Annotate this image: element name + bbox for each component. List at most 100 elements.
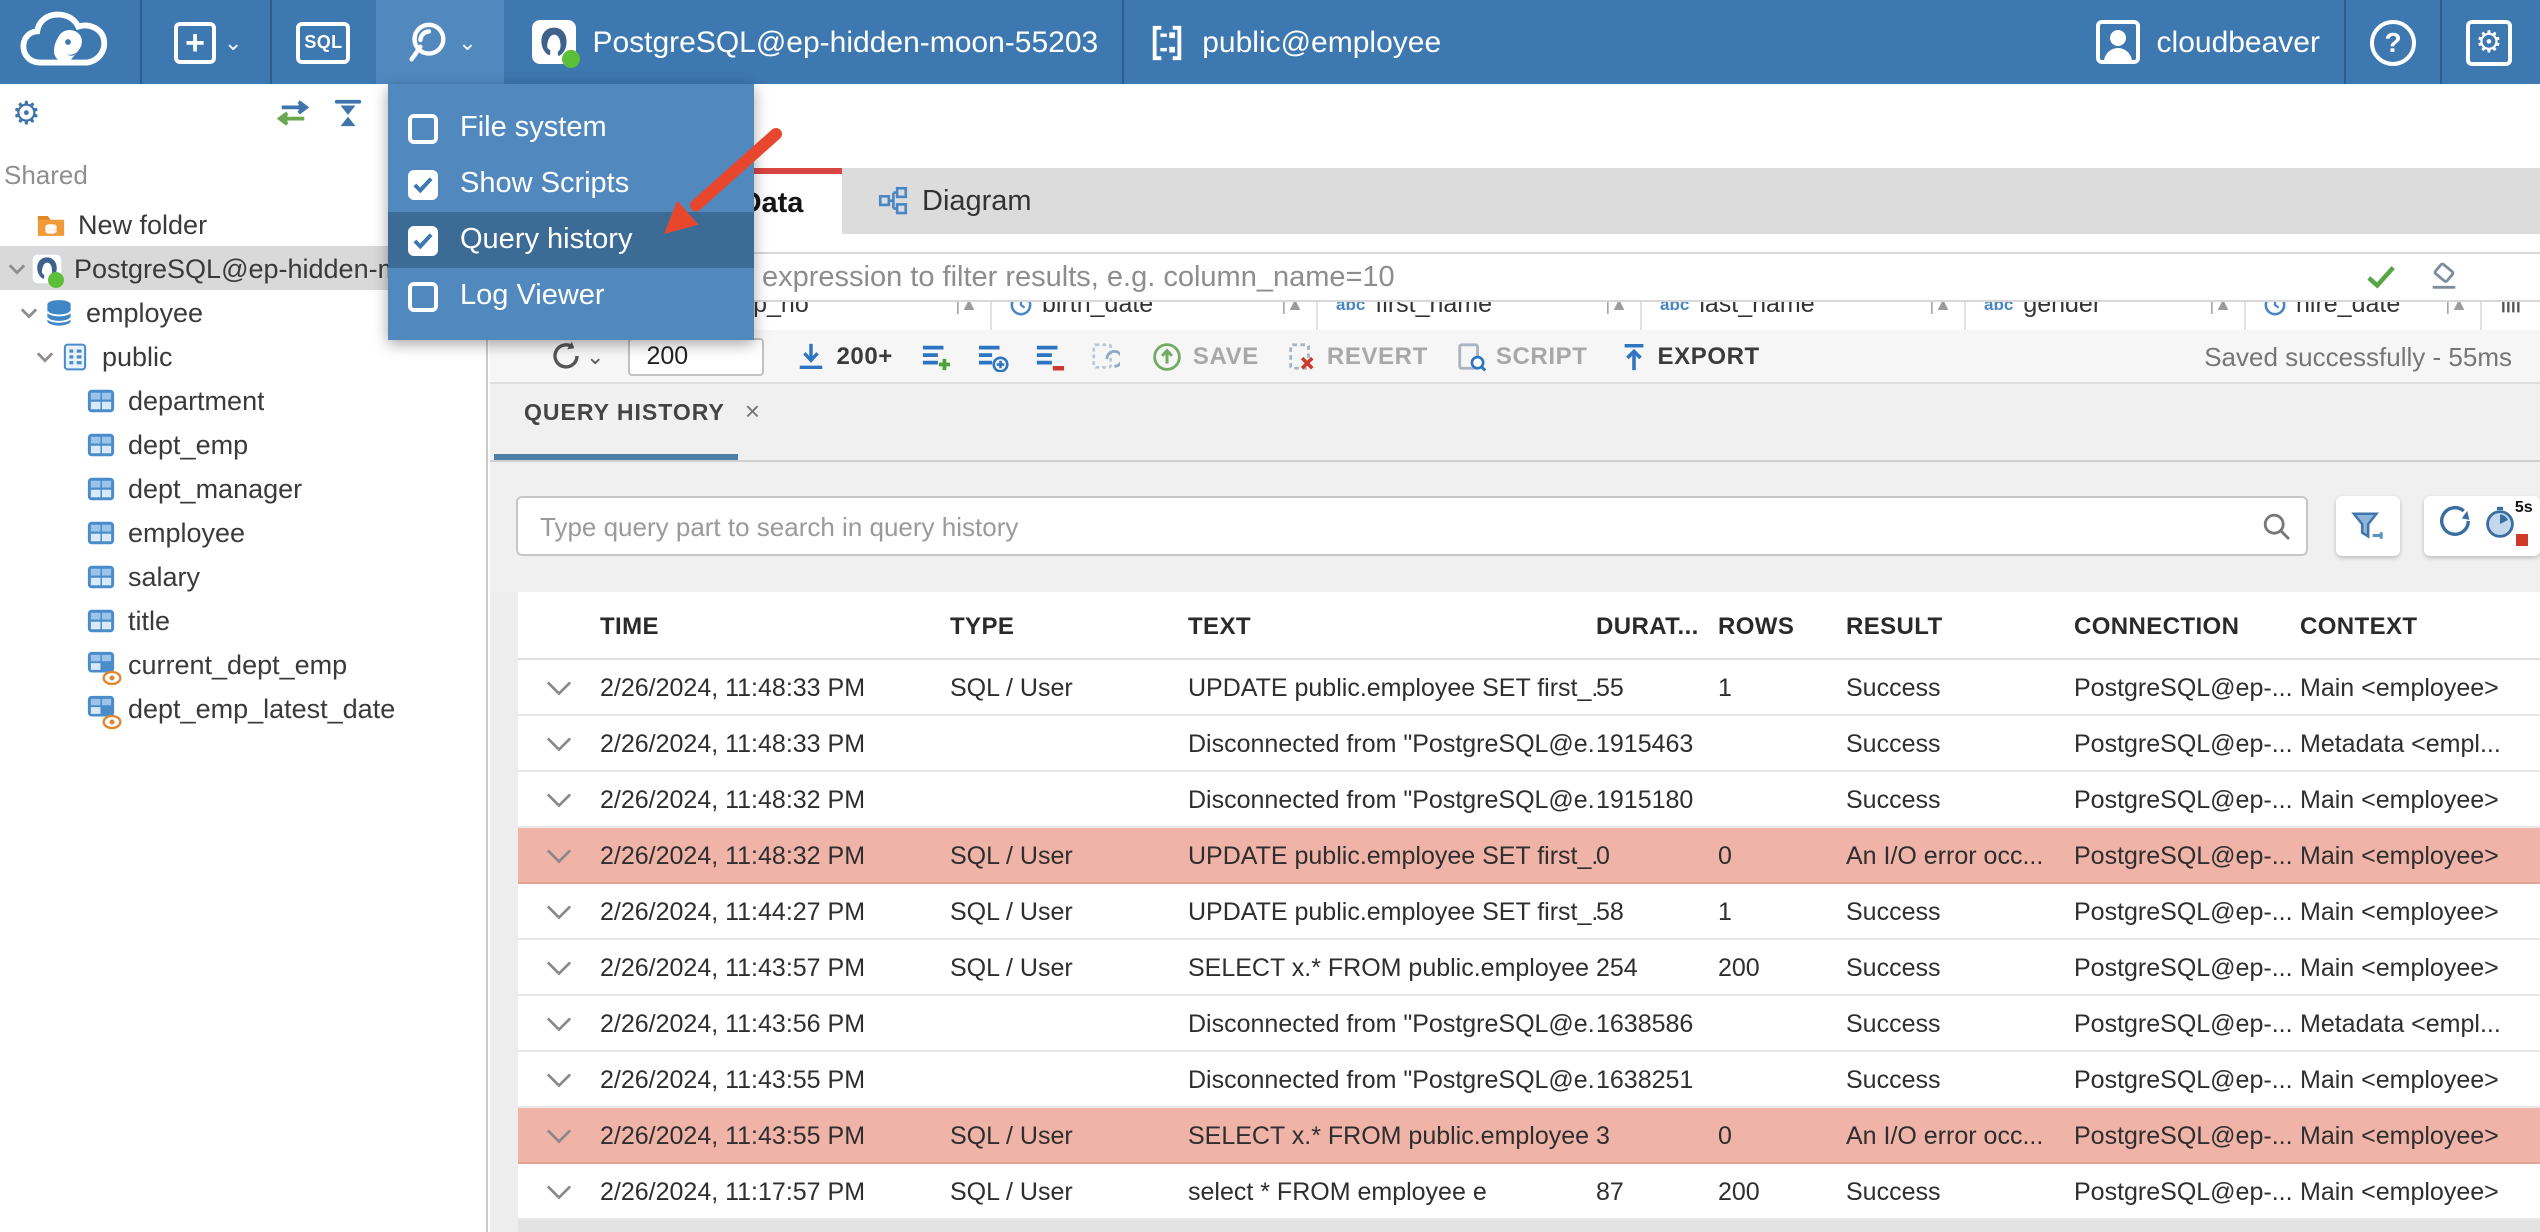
tree-item-view-dept-emp-latest-date[interactable]: dept_emp_latest_date <box>0 686 486 730</box>
close-icon[interactable]: × <box>745 398 760 424</box>
filter-button[interactable] <box>2336 496 2400 556</box>
navigator-settings-icon[interactable]: ⚙ <box>12 94 41 134</box>
history-row[interactable]: 2/26/2024, 11:43:57 PM SQL / User SELECT… <box>490 940 2540 996</box>
generate-script-button[interactable] <box>1091 341 1121 371</box>
cloudbeaver-logo-icon[interactable] <box>16 6 120 78</box>
col-connection[interactable]: CONNECTION <box>2074 611 2300 639</box>
menu-item-query-history[interactable]: Query history <box>388 212 754 268</box>
tree-item-table-department[interactable]: department <box>0 378 486 422</box>
sort-icon[interactable]: |▲ <box>956 302 979 314</box>
tools-menu-button[interactable]: ⌄ <box>376 0 505 84</box>
column-header-last-name[interactable]: abc last_name |▲ <box>1642 302 1966 330</box>
eye-icon <box>102 713 122 729</box>
col-type[interactable]: TYPE <box>950 611 1188 639</box>
filter-bar <box>490 252 2540 302</box>
sort-icon[interactable]: |▲ <box>1930 302 1953 314</box>
tab-diagram[interactable]: Diagram <box>842 168 1068 234</box>
history-row[interactable]: 2/26/2024, 11:17:57 PM SQL / User select… <box>490 1164 2540 1220</box>
expand-chevron-icon[interactable] <box>518 735 600 751</box>
column-config-icon[interactable] <box>2500 302 2520 316</box>
tree-item-table-dept-emp[interactable]: dept_emp <box>0 422 486 466</box>
column-header-gender[interactable]: abc gender |▲ <box>1966 302 2246 330</box>
auto-refresh-timer-button[interactable]: 5s <box>2485 498 2533 548</box>
delete-row-button[interactable] <box>1035 341 1067 371</box>
fetch-more-icon <box>800 342 823 368</box>
user-menu-button[interactable]: cloudbeaver <box>2096 20 2320 64</box>
chevron-down-icon[interactable] <box>20 305 44 319</box>
chevron-down-icon[interactable] <box>36 349 60 363</box>
expand-chevron-icon[interactable] <box>518 847 600 863</box>
expand-chevron-icon[interactable] <box>518 1071 600 1087</box>
expand-chevron-icon[interactable] <box>518 1183 600 1199</box>
active-connection-button[interactable]: PostgreSQL@ep-hidden-moon-55203 <box>532 20 1098 68</box>
query-history-search-input[interactable] <box>516 496 2308 556</box>
cell-time: 2/26/2024, 11:17:57 PM <box>600 1177 866 1205</box>
history-row[interactable]: 2/26/2024, 11:48:32 PM Disconnected from… <box>490 772 2540 828</box>
fetch-size-input[interactable] <box>628 337 765 375</box>
string-type-icon: abc <box>1984 302 2014 314</box>
sort-icon[interactable]: |▲ <box>1606 302 1629 314</box>
tree-item-table-salary[interactable]: salary <box>0 554 486 598</box>
col-time[interactable]: TIME <box>600 611 950 639</box>
history-row[interactable]: 2/26/2024, 11:44:27 PM SQL / User UPDATE… <box>490 884 2540 940</box>
scroll-track[interactable] <box>490 1220 2540 1232</box>
help-button[interactable]: ? <box>2370 19 2416 65</box>
menu-item-file-system[interactable]: File system <box>388 100 754 156</box>
fetch-more-button[interactable]: 200+ <box>796 341 892 371</box>
history-row-error[interactable]: 2/26/2024, 11:43:55 PM SQL / User SELECT… <box>490 1108 2540 1164</box>
expand-chevron-icon[interactable] <box>518 903 600 919</box>
script-icon <box>1458 342 1486 371</box>
wrench-icon <box>409 21 446 61</box>
duplicate-row-button[interactable] <box>977 341 1011 371</box>
col-rows[interactable]: ROWS <box>1718 611 1846 639</box>
col-result[interactable]: RESULT <box>1846 611 2074 639</box>
sort-icon[interactable]: |▲ <box>2446 302 2469 314</box>
sync-connection-icon[interactable] <box>276 98 310 138</box>
refresh-button[interactable]: ⌄ <box>550 340 604 372</box>
schema-selector-button[interactable]: public@employee <box>1148 23 1441 61</box>
refresh-history-button[interactable] <box>2435 502 2473 550</box>
sort-icon[interactable]: |▲ <box>2210 302 2233 314</box>
column-header-hire-date[interactable]: hire_date |▲ <box>2246 302 2482 330</box>
tab-query-history[interactable]: QUERY HISTORY × <box>524 398 760 426</box>
menu-item-show-scripts[interactable]: Show Scripts <box>388 156 754 212</box>
col-context[interactable]: CONTEXT <box>2300 611 2540 639</box>
collapse-all-icon[interactable] <box>332 98 364 138</box>
tree-item-table-employee[interactable]: employee <box>0 510 486 554</box>
eraser-icon[interactable] <box>2428 262 2460 302</box>
tree-item-table-title[interactable]: title <box>0 598 486 642</box>
col-text[interactable]: TEXT <box>1188 611 1596 639</box>
schema-icon <box>60 341 90 371</box>
expand-chevron-icon[interactable] <box>518 1015 600 1031</box>
expand-chevron-icon[interactable] <box>518 1127 600 1143</box>
menu-item-log-viewer[interactable]: Log Viewer <box>388 268 754 324</box>
tree-item-view-current-dept-emp[interactable]: current_dept_emp <box>0 642 486 686</box>
expand-chevron-icon[interactable] <box>518 679 600 695</box>
sort-icon[interactable]: |▲ <box>1282 302 1305 314</box>
tree-item-label: dept_emp_latest_date <box>128 693 396 723</box>
column-header-first-name[interactable]: abc first_name |▲ <box>1318 302 1642 330</box>
expand-chevron-icon[interactable] <box>518 791 600 807</box>
col-duration[interactable]: DURAT... <box>1596 611 1718 639</box>
column-header-birth-date[interactable]: birth_date |▲ <box>992 302 1318 330</box>
expand-chevron-icon[interactable] <box>518 959 600 975</box>
revert-button[interactable]: REVERT <box>1287 341 1428 371</box>
history-row-error[interactable]: 2/26/2024, 11:48:32 PM SQL / User UPDATE… <box>490 828 2540 884</box>
save-button[interactable]: SAVE <box>1153 341 1259 371</box>
history-row[interactable]: 2/26/2024, 11:48:33 PM SQL / User UPDATE… <box>490 660 2540 716</box>
history-row[interactable]: 2/26/2024, 11:43:55 PM Disconnected from… <box>490 1052 2540 1108</box>
tree-item-schema-public[interactable]: public <box>0 334 486 378</box>
history-row[interactable]: 2/26/2024, 11:48:33 PM Disconnected from… <box>490 716 2540 772</box>
settings-button[interactable]: ⚙ <box>2466 19 2512 65</box>
filter-input[interactable] <box>490 254 2540 300</box>
history-row[interactable]: 2/26/2024, 11:43:56 PM Disconnected from… <box>490 996 2540 1052</box>
cell-connection: PostgreSQL@ep-... <box>2074 673 2293 701</box>
export-button[interactable]: EXPORT <box>1620 341 1760 371</box>
chevron-down-icon[interactable] <box>8 261 32 275</box>
new-object-button[interactable]: + ⌄ <box>174 21 242 63</box>
script-button[interactable]: SCRIPT <box>1456 341 1588 371</box>
add-row-button[interactable] <box>921 341 953 371</box>
apply-filter-icon[interactable] <box>2366 264 2396 300</box>
tree-item-table-dept-manager[interactable]: dept_manager <box>0 466 486 510</box>
sql-editor-button[interactable]: SQL <box>296 21 351 63</box>
